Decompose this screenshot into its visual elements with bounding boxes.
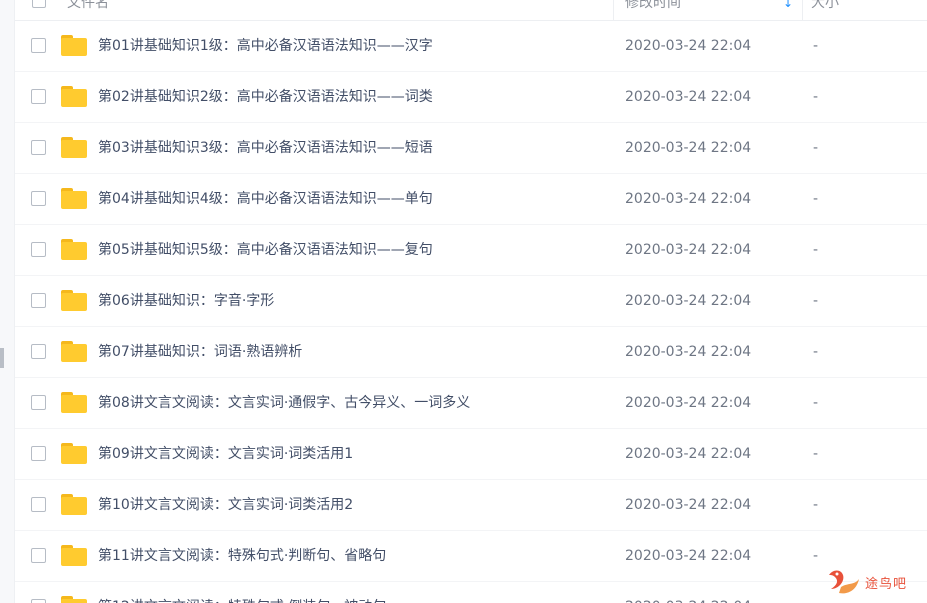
file-list: 第01讲基础知识1级：高中必备汉语语法知识——汉字 2020-03-24 22:0… [15,21,927,603]
column-divider[interactable] [613,0,614,20]
file-row[interactable]: 第03讲基础知识3级：高中必备汉语语法知识——短语 2020-03-24 22:0… [15,123,927,174]
file-name[interactable]: 第04讲基础知识4级：高中必备汉语语法知识——单句 [98,174,433,224]
file-name[interactable]: 第05讲基础知识5级：高中必备汉语语法知识——复句 [98,225,433,275]
row-checkbox[interactable] [31,140,46,155]
modified-time: 2020-03-24 22:04 [625,446,752,462]
row-checkbox[interactable] [31,344,46,359]
modified-time: 2020-03-24 22:04 [625,548,752,564]
modified-time: 2020-03-24 22:04 [625,242,752,258]
file-row[interactable]: 第09讲文言文阅读：文言实词·词类活用1 2020-03-24 22:04 - [15,429,927,480]
file-size: - [813,242,819,258]
file-size: - [813,293,819,309]
file-row[interactable]: 第12讲文言文阅读：特殊句式·倒装句、被动句 2020-03-24 22:04 - [15,582,927,603]
table-header: 文件名 修改时间 ↓ 大小 [15,0,927,21]
row-checkbox[interactable] [31,38,46,53]
select-all-checkbox[interactable] [32,0,46,8]
modified-time: 2020-03-24 22:04 [625,191,752,207]
file-name[interactable]: 第08讲文言文阅读：文言实词·通假字、古今异义、一词多义 [98,378,470,428]
folder-icon[interactable] [61,86,87,107]
row-checkbox[interactable] [31,395,46,410]
file-size: - [813,38,819,54]
folder-icon[interactable] [61,341,87,362]
file-row[interactable]: 第01讲基础知识1级：高中必备汉语语法知识——汉字 2020-03-24 22:0… [15,21,927,72]
file-name[interactable]: 第10讲文言文阅读：文言实词·词类活用2 [98,480,353,530]
modified-time: 2020-03-24 22:04 [625,344,752,360]
file-name[interactable]: 第02讲基础知识2级：高中必备汉语语法知识——词类 [98,72,433,122]
file-row[interactable]: 第02讲基础知识2级：高中必备汉语语法知识——词类 2020-03-24 22:0… [15,72,927,123]
file-row[interactable]: 第05讲基础知识5级：高中必备汉语语法知识——复句 2020-03-24 22:0… [15,225,927,276]
folder-icon[interactable] [61,137,87,158]
column-header-modified-time[interactable]: 修改时间 [625,0,681,20]
file-size: - [813,548,819,564]
file-size: - [813,344,819,360]
file-row[interactable]: 第08讲文言文阅读：文言实词·通假字、古今异义、一词多义 2020-03-24 2… [15,378,927,429]
modified-time: 2020-03-24 22:04 [625,395,752,411]
row-checkbox[interactable] [31,548,46,563]
row-checkbox[interactable] [31,191,46,206]
file-name[interactable]: 第03讲基础知识3级：高中必备汉语语法知识——短语 [98,123,433,173]
folder-icon[interactable] [61,290,87,311]
file-size: - [813,446,819,462]
file-row[interactable]: 第10讲文言文阅读：文言实词·词类活用2 2020-03-24 22:04 - [15,480,927,531]
file-size: - [813,89,819,105]
watermark-text: 途鸟吧 [865,577,908,592]
row-checkbox[interactable] [31,242,46,257]
folder-icon[interactable] [61,596,87,603]
file-size: - [813,140,819,156]
file-name[interactable]: 第11讲文言文阅读：特殊句式·判断句、省略句 [98,531,386,581]
modified-time: 2020-03-24 22:04 [625,140,752,156]
left-sidebar-edge [0,0,15,603]
modified-time: 2020-03-24 22:04 [625,497,752,513]
file-browser: 文件名 修改时间 ↓ 大小 第01讲基础知识1级：高中必备汉语语法知识——汉字 2… [0,0,927,603]
file-name[interactable]: 第06讲基础知识：字音·字形 [98,276,274,326]
folder-icon[interactable] [61,188,87,209]
file-size: - [813,582,818,603]
file-size: - [813,191,819,207]
watermark: 途鸟吧 [823,565,923,599]
file-name[interactable]: 第09讲文言文阅读：文言实词·词类活用1 [98,429,353,479]
modified-time: 2020-03-24 22:04 [625,38,752,54]
file-name[interactable]: 第01讲基础知识1级：高中必备汉语语法知识——汉字 [98,21,433,71]
row-checkbox[interactable] [31,599,46,603]
sidebar-resize-handle[interactable] [0,348,4,368]
file-row[interactable]: 第04讲基础知识4级：高中必备汉语语法知识——单句 2020-03-24 22:0… [15,174,927,225]
folder-icon[interactable] [61,392,87,413]
file-name[interactable]: 第12讲文言文阅读：特殊句式·倒装句、被动句 [98,582,386,603]
column-header-name[interactable]: 文件名 [67,0,109,20]
row-checkbox[interactable] [31,446,46,461]
modified-time: 2020-03-24 22:04 [625,582,751,603]
folder-icon[interactable] [61,443,87,464]
file-row[interactable]: 第11讲文言文阅读：特殊句式·判断句、省略句 2020-03-24 22:04 - [15,531,927,582]
folder-icon[interactable] [61,494,87,515]
folder-icon[interactable] [61,35,87,56]
modified-time: 2020-03-24 22:04 [625,293,752,309]
sort-descending-icon[interactable]: ↓ [783,0,793,16]
file-size: - [813,497,819,513]
column-header-size[interactable]: 大小 [811,0,839,20]
bird-logo-icon [829,570,859,594]
folder-icon[interactable] [61,545,87,566]
file-row[interactable]: 第07讲基础知识：词语·熟语辨析 2020-03-24 22:04 - [15,327,927,378]
row-checkbox[interactable] [31,497,46,512]
file-size: - [813,395,819,411]
row-checkbox[interactable] [31,293,46,308]
file-name[interactable]: 第07讲基础知识：词语·熟语辨析 [98,327,302,377]
folder-icon[interactable] [61,239,87,260]
row-checkbox[interactable] [31,89,46,104]
file-row[interactable]: 第06讲基础知识：字音·字形 2020-03-24 22:04 - [15,276,927,327]
modified-time: 2020-03-24 22:04 [625,89,752,105]
column-divider[interactable] [802,0,803,20]
